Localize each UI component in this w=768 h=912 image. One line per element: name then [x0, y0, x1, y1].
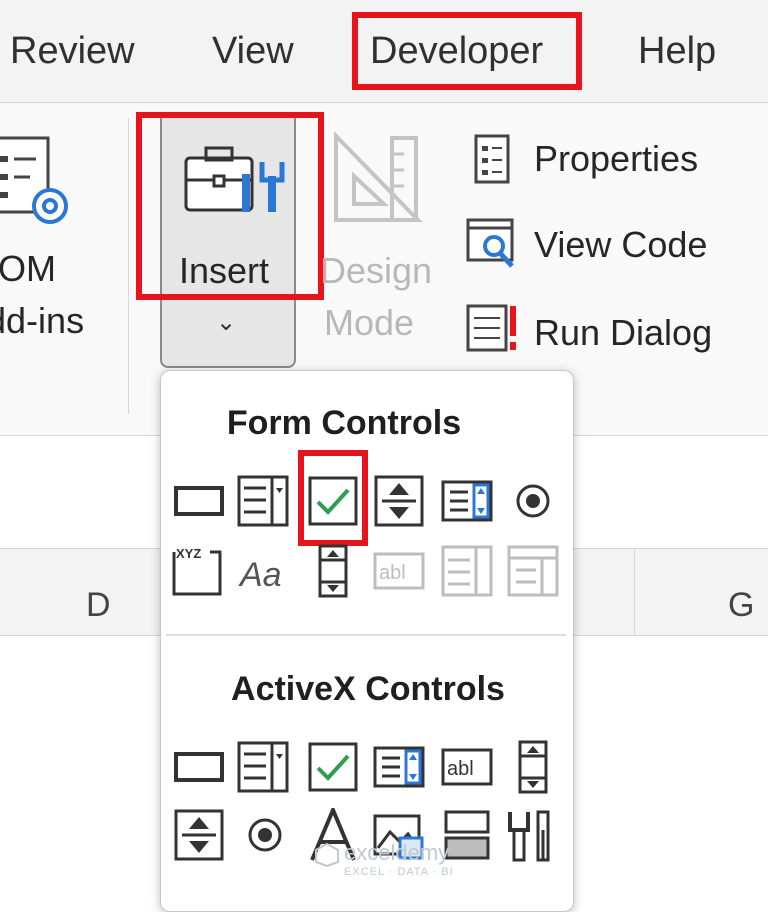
exceldemy-logo-icon — [314, 842, 340, 868]
activex-check-box-icon[interactable] — [306, 740, 360, 794]
view-code-icon[interactable] — [466, 216, 520, 270]
com-addins-label-2: Add-ins — [0, 300, 85, 341]
form-scroll-bar-icon[interactable] — [306, 544, 360, 598]
run-dialog-icon[interactable] — [466, 302, 520, 356]
group-divider — [128, 118, 129, 414]
svg-text:XYZ: XYZ — [176, 546, 201, 561]
activex-option-button-icon[interactable] — [238, 808, 292, 862]
view-code-label[interactable]: View Code — [534, 224, 707, 266]
check-box-highlight — [298, 450, 368, 546]
activex-text-box-icon[interactable]: abl — [440, 740, 494, 794]
developer-tab-highlight — [352, 12, 582, 90]
form-group-box-icon[interactable]: XYZ — [170, 544, 224, 598]
form-option-button-icon[interactable] — [506, 474, 560, 528]
watermark-tagline: EXCEL · DATA · BI — [344, 866, 454, 878]
com-addins-icon[interactable] — [0, 132, 80, 232]
design-mode-label-1: Design — [320, 250, 433, 291]
column-header-g[interactable]: G — [728, 586, 754, 625]
activex-spin-button-icon[interactable] — [172, 808, 226, 862]
chevron-down-icon: ⌄ — [216, 309, 237, 336]
svg-text:abl: abl — [447, 758, 474, 780]
tab-view[interactable]: View — [212, 30, 294, 73]
activex-more-controls-icon[interactable] — [506, 808, 560, 862]
form-controls-title: Form Controls — [226, 404, 462, 442]
column-header-d[interactable]: D — [86, 586, 111, 625]
design-mode-icon — [330, 128, 426, 228]
activex-controls-title: ActiveX Controls — [231, 670, 505, 708]
form-spin-button-icon[interactable] — [372, 474, 426, 528]
properties-label[interactable]: Properties — [534, 138, 698, 180]
run-dialog-label[interactable]: Run Dialog — [534, 312, 712, 354]
activex-scroll-bar-icon[interactable] — [506, 740, 560, 794]
form-combo-drop-down-edit-icon — [506, 544, 560, 598]
form-button-icon[interactable] — [172, 474, 226, 528]
watermark-name: exceldemy — [344, 840, 450, 865]
svg-text:Aa: Aa — [238, 556, 282, 594]
form-label-icon[interactable]: Aa — [238, 546, 292, 600]
insert-highlight — [136, 112, 324, 300]
form-combo-box-icon[interactable] — [236, 474, 290, 528]
properties-icon[interactable] — [470, 134, 516, 186]
form-text-field-icon: abl — [372, 544, 426, 598]
activex-command-button-icon[interactable] — [172, 740, 226, 794]
tab-review[interactable]: Review — [10, 30, 135, 73]
activex-list-box-icon[interactable] — [372, 740, 426, 794]
column-divider — [634, 549, 635, 635]
form-list-box-icon[interactable] — [440, 474, 494, 528]
design-mode-label-2: Mode — [324, 302, 415, 343]
activex-combo-box-icon[interactable] — [236, 740, 290, 794]
tab-help[interactable]: Help — [638, 30, 716, 73]
dropdown-separator — [166, 634, 566, 636]
com-addins-label-1: COM — [0, 248, 56, 289]
svg-text:abl: abl — [379, 562, 406, 584]
form-combo-list-edit-icon — [440, 544, 494, 598]
